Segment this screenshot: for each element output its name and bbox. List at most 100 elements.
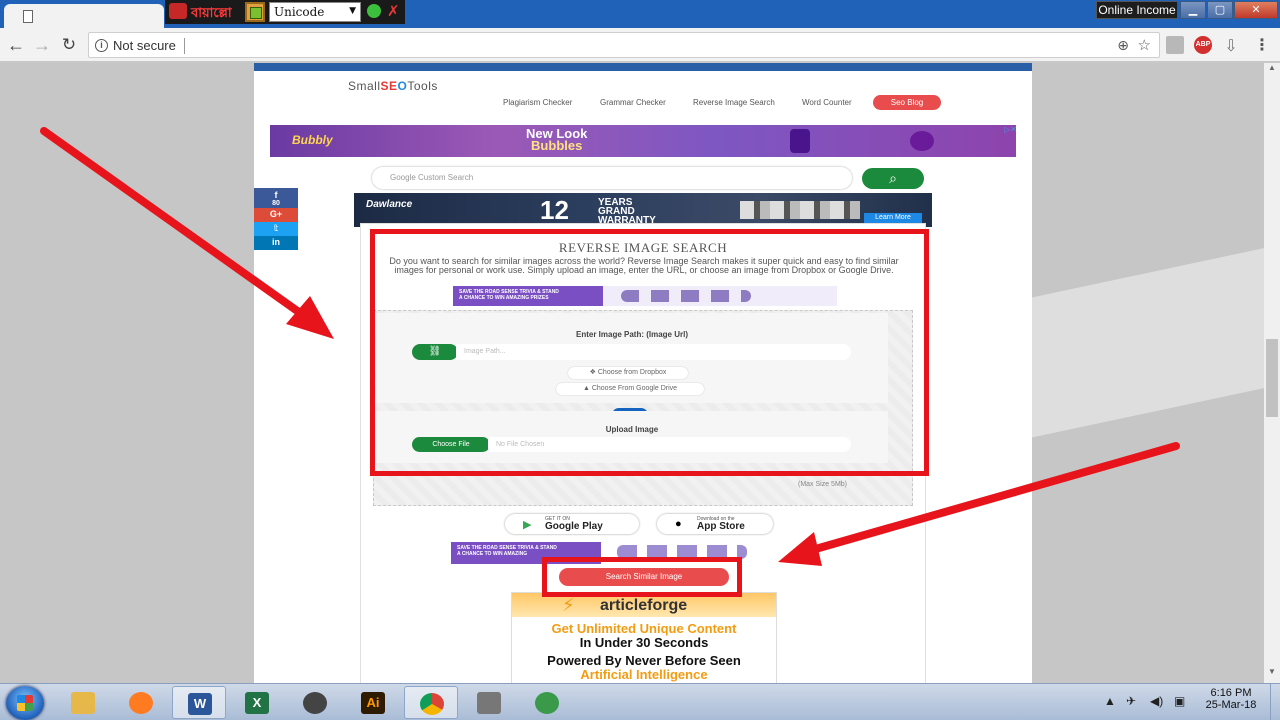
ad-cta-button[interactable]: Learn More bbox=[864, 213, 922, 223]
ad-product-image bbox=[790, 129, 810, 153]
ad-brand: articleforge bbox=[600, 597, 688, 614]
ad-text: SAVE THE ROAD SENSE TRIVIA & STAND A CHA… bbox=[457, 545, 557, 557]
ad-text-line: In Under 30 Seconds bbox=[579, 635, 709, 650]
ad-banner-articleforge[interactable]: ⚡ articleforge Get Unlimited Unique Cont… bbox=[511, 592, 777, 683]
info-icon[interactable]: i bbox=[95, 39, 108, 52]
logo-part: Small bbox=[348, 79, 381, 93]
taskbar-word[interactable]: W bbox=[172, 686, 226, 719]
nav-grammar-checker[interactable]: Grammar Checker bbox=[600, 98, 666, 107]
ad-number: 12 bbox=[540, 195, 569, 225]
reload-icon[interactable]: ↻ bbox=[58, 34, 80, 56]
vertical-scrollbar[interactable]: ▲ ▼ bbox=[1264, 63, 1280, 683]
printer-icon bbox=[477, 692, 501, 714]
ad-text-line: Get Unlimited Unique Content bbox=[551, 621, 737, 636]
maximize-button[interactable]: ▢ bbox=[1207, 1, 1233, 19]
tray-expand-icon[interactable]: ▲ bbox=[1104, 694, 1116, 708]
encoding-select[interactable]: Unicode ▼ bbox=[269, 2, 361, 22]
google-plus-share-button[interactable]: G+ bbox=[254, 208, 298, 222]
browser-title-bar: বায়াল্লো Unicode ▼ ✗ Online Income ▁ ▢ … bbox=[0, 0, 1280, 28]
volume-icon[interactable]: ◀) bbox=[1150, 694, 1163, 708]
taskbar-media-player[interactable] bbox=[288, 686, 342, 719]
taskbar-printer[interactable] bbox=[462, 686, 516, 719]
max-size-note: (Max Size 5Mb) bbox=[798, 481, 848, 488]
lightning-icon: ⚡ bbox=[562, 595, 575, 615]
scroll-up-icon[interactable]: ▲ bbox=[1264, 63, 1280, 77]
scroll-down-icon[interactable]: ▼ bbox=[1264, 667, 1280, 681]
custom-search-input[interactable]: Google Custom Search bbox=[372, 167, 852, 189]
address-divider bbox=[184, 38, 185, 54]
system-tray: ▲ ✈ ◀) ▣ bbox=[1100, 684, 1200, 720]
globe-icon[interactable] bbox=[367, 4, 381, 18]
tray-app-icon[interactable]: ✈ bbox=[1126, 694, 1136, 708]
forward-icon[interactable]: → bbox=[31, 34, 53, 56]
taskbar-explorer[interactable] bbox=[56, 686, 110, 719]
badge-big-text: App Store bbox=[697, 521, 745, 532]
ad-banner-bubbly[interactable]: Bubbly New Look Bubbles bbox=[270, 125, 1016, 157]
nav-seo-blog-button[interactable]: Seo Blog bbox=[873, 95, 941, 110]
bookmark-star-icon[interactable]: ☆ bbox=[1138, 36, 1151, 54]
google-play-badge[interactable]: ▶ GET IT ON Google Play bbox=[505, 514, 639, 534]
logo-part: O bbox=[397, 79, 408, 93]
taskbar-excel[interactable]: X bbox=[230, 686, 284, 719]
download-extension-icon[interactable]: ⇩ bbox=[1222, 36, 1240, 55]
facebook-share-button[interactable]: f 80 bbox=[254, 188, 298, 208]
chrome-icon bbox=[420, 693, 444, 715]
apple-icon: ● bbox=[675, 518, 682, 530]
illustrator-icon: Ai bbox=[361, 692, 385, 714]
ad-headline-line: Bubbles bbox=[531, 138, 583, 153]
start-button[interactable] bbox=[6, 686, 44, 720]
taskbar-network[interactable] bbox=[520, 686, 574, 719]
clock-time: 6:16 PM bbox=[1210, 687, 1252, 699]
security-label[interactable]: Not secure bbox=[113, 38, 176, 53]
keyboard-app-name: বায়াল্লো bbox=[191, 5, 232, 20]
search-icon: ⌕ bbox=[889, 170, 897, 186]
globe-icon bbox=[535, 692, 559, 714]
nav-plagiarism-checker[interactable]: Plagiarism Checker bbox=[503, 98, 572, 107]
ad-product-strip bbox=[740, 201, 860, 219]
scroll-thumb[interactable] bbox=[1266, 339, 1278, 417]
adblock-icon[interactable]: ABP bbox=[1194, 36, 1212, 54]
network-icon[interactable]: ▣ bbox=[1174, 694, 1185, 708]
search-placeholder: Google Custom Search bbox=[390, 173, 474, 182]
system-clock[interactable]: 6:16 PM 25-Mar-18 bbox=[1196, 687, 1266, 711]
nav-reverse-image-search[interactable]: Reverse Image Search bbox=[693, 98, 775, 107]
address-bar[interactable]: i Not secure ⊕ ☆ bbox=[88, 32, 1160, 58]
window-label: Online Income bbox=[1096, 1, 1178, 19]
app-store-badge[interactable]: ● Download on the App Store bbox=[657, 514, 773, 534]
menu-dots-icon[interactable]: ⋮ bbox=[1254, 35, 1270, 55]
badge-big-text: Google Play bbox=[545, 521, 603, 532]
minimize-button[interactable]: ▁ bbox=[1180, 1, 1206, 19]
ad-banner-dawlance[interactable]: Dawlance 12 YEARS GRAND WARRANTY Learn M… bbox=[354, 193, 932, 227]
site-logo[interactable]: SmallSEOTools bbox=[348, 79, 438, 93]
zoom-icon[interactable]: ⊕ bbox=[1117, 37, 1129, 54]
ad-product-image bbox=[910, 131, 934, 151]
ad-warranty-text: YEARS GRAND WARRANTY bbox=[598, 198, 656, 226]
page-icon bbox=[23, 10, 33, 23]
twitter-share-button[interactable]: 𝕥 bbox=[254, 222, 298, 236]
nav-word-counter[interactable]: Word Counter bbox=[802, 98, 852, 107]
ad-text-line: Artificial Intelligence bbox=[580, 667, 708, 682]
adchoices-icon[interactable]: ▷✕ bbox=[1004, 125, 1017, 134]
layout-toggle-icon[interactable] bbox=[245, 2, 265, 22]
chevron-down-icon: ▼ bbox=[349, 6, 356, 16]
ad-text-line: Powered By Never Before Seen bbox=[547, 653, 741, 668]
site-top-bar bbox=[254, 63, 1032, 71]
taskbar-firefox[interactable] bbox=[114, 686, 168, 719]
ad-brand: Bubbly bbox=[292, 133, 333, 147]
search-button[interactable]: ⌕ bbox=[862, 168, 924, 189]
window-close-button[interactable]: ✕ bbox=[1234, 1, 1278, 19]
ad-headline: New Look Bubbles bbox=[526, 127, 587, 153]
excel-icon: X bbox=[245, 692, 269, 714]
back-icon[interactable]: ← bbox=[5, 34, 27, 56]
taskbar-chrome[interactable] bbox=[404, 686, 458, 719]
taskbar-illustrator[interactable]: Ai bbox=[346, 686, 400, 719]
close-icon[interactable]: ✗ bbox=[387, 2, 400, 20]
browser-tab[interactable] bbox=[4, 4, 164, 28]
linkedin-share-button[interactable]: in bbox=[254, 236, 298, 250]
highlight-box-tool bbox=[370, 229, 929, 476]
logo-part: SE bbox=[380, 79, 398, 93]
pdf-extension-icon[interactable] bbox=[1166, 36, 1184, 54]
media-player-icon bbox=[303, 692, 327, 714]
show-desktop-button[interactable] bbox=[1270, 684, 1280, 720]
keyboard-app-icon[interactable] bbox=[169, 3, 187, 19]
